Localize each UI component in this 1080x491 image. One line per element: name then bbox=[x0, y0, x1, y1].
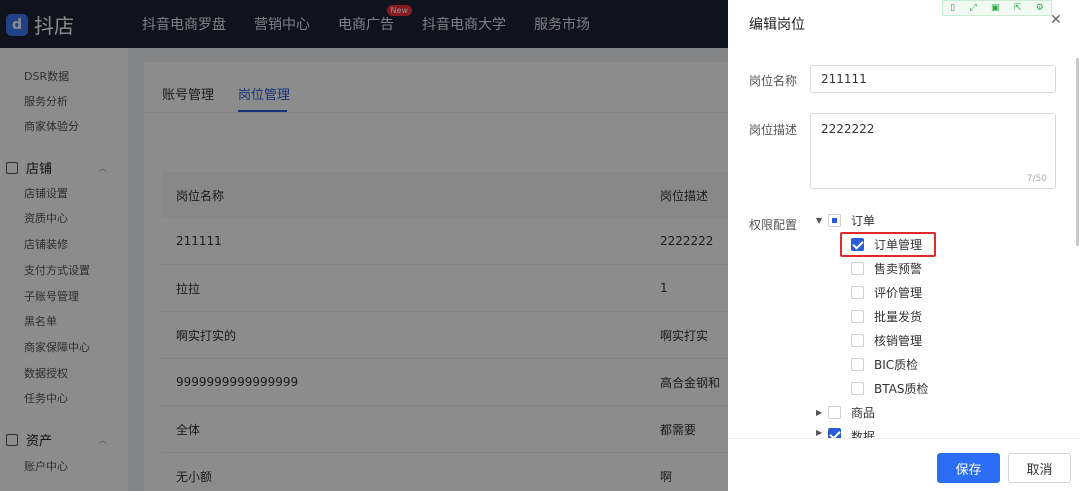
tree-node-review-management[interactable]: 评价管理 bbox=[851, 284, 922, 301]
save-icon[interactable]: ▣ bbox=[991, 3, 1000, 13]
checkbox[interactable] bbox=[851, 358, 864, 371]
bookmark-icon[interactable]: ▯ bbox=[950, 3, 955, 13]
caret-right-icon[interactable]: ▶ bbox=[816, 428, 828, 437]
caret-right-icon[interactable]: ▶ bbox=[816, 408, 828, 417]
tree-node-order[interactable]: ▼ 订单 bbox=[816, 212, 875, 229]
drawer-title: 编辑岗位 bbox=[749, 17, 805, 33]
checkbox[interactable] bbox=[851, 334, 864, 347]
tree-node-bic-check[interactable]: BIC质检 bbox=[851, 356, 918, 373]
drawer-scrollbar[interactable] bbox=[1076, 58, 1079, 246]
tree-label-order: 订单 bbox=[851, 214, 876, 228]
checkbox-data[interactable] bbox=[828, 428, 841, 438]
tree-label-goods: 商品 bbox=[851, 406, 876, 420]
tree-label: 售卖预警 bbox=[874, 262, 923, 276]
highlight-annotation bbox=[840, 232, 936, 257]
tree-node-batch-shipping[interactable]: 批量发货 bbox=[851, 308, 922, 325]
checkbox-order[interactable] bbox=[828, 214, 841, 227]
position-desc-label: 岗位描述 bbox=[749, 123, 798, 137]
footer-divider bbox=[728, 438, 1080, 439]
checkbox[interactable] bbox=[851, 262, 864, 275]
char-counter: 7/50 bbox=[1026, 174, 1047, 184]
tree-node-verification[interactable]: 核销管理 bbox=[851, 332, 922, 349]
expand-icon[interactable]: ⤢ bbox=[969, 3, 976, 13]
save-button[interactable]: 保存 bbox=[937, 453, 1000, 483]
tree-label: BIC质检 bbox=[874, 358, 919, 372]
tree-label: 批量发货 bbox=[874, 310, 923, 324]
floating-toolbar: ▯ ⤢ ▣ ⇱ ⚙ bbox=[942, 0, 1052, 16]
modal-overlay[interactable] bbox=[0, 0, 728, 491]
tree-node-data[interactable]: ▶ 数据 bbox=[816, 428, 875, 438]
tree-node-btas-check[interactable]: BTAS质检 bbox=[851, 380, 928, 397]
share-icon[interactable]: ⇱ bbox=[1014, 3, 1022, 13]
position-name-input[interactable]: 211111 bbox=[810, 65, 1056, 93]
tree-label: BTAS质检 bbox=[874, 382, 929, 396]
position-name-label: 岗位名称 bbox=[749, 74, 798, 88]
position-desc-value: 2222222 bbox=[821, 122, 875, 136]
tree-node-sales-alert[interactable]: 售卖预警 bbox=[851, 260, 922, 277]
checkbox[interactable] bbox=[851, 310, 864, 323]
close-icon[interactable]: ✕ bbox=[1050, 12, 1062, 28]
cancel-button[interactable]: 取消 bbox=[1008, 453, 1071, 483]
tree-node-goods[interactable]: ▶ 商品 bbox=[816, 404, 875, 421]
checkbox-goods[interactable] bbox=[828, 406, 841, 419]
tree-label: 核销管理 bbox=[874, 334, 923, 348]
permission-label: 权限配置 bbox=[749, 218, 798, 232]
gear-icon[interactable]: ⚙ bbox=[1036, 3, 1044, 13]
checkbox[interactable] bbox=[851, 382, 864, 395]
position-desc-textarea[interactable]: 2222222 7/50 bbox=[810, 113, 1056, 189]
tree-label-data: 数据 bbox=[851, 430, 876, 438]
checkbox[interactable] bbox=[851, 286, 864, 299]
caret-down-icon[interactable]: ▼ bbox=[816, 216, 828, 225]
tree-label: 评价管理 bbox=[874, 286, 923, 300]
